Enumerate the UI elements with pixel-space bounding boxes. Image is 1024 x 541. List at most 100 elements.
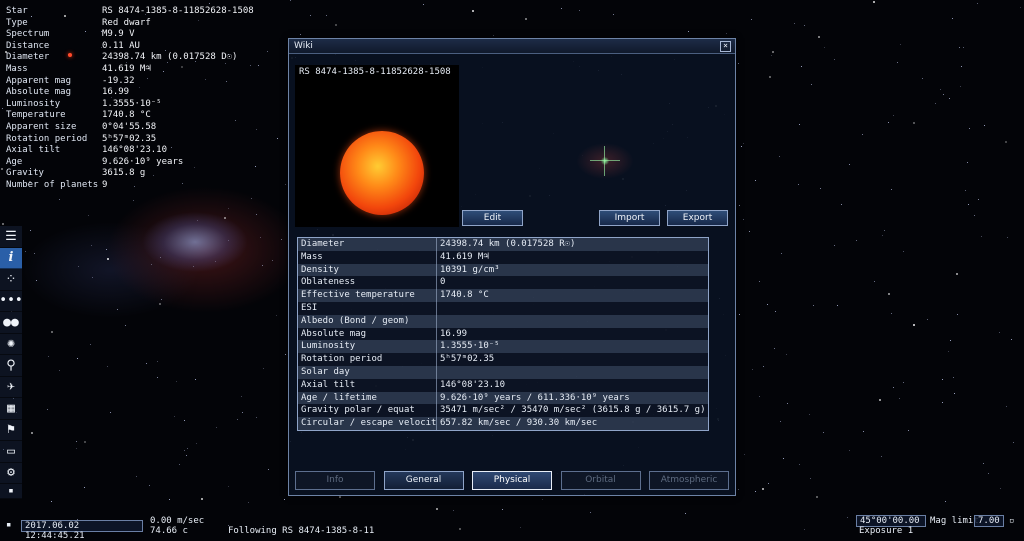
- property-label: Diameter: [298, 238, 437, 251]
- edit-button[interactable]: Edit: [462, 210, 523, 226]
- background-star: [268, 469, 269, 470]
- background-star: [195, 379, 196, 380]
- star-info-label: Distance: [6, 40, 50, 51]
- background-star: [258, 65, 259, 66]
- settings-icon[interactable]: ⚙: [0, 462, 22, 484]
- info-icon[interactable]: i: [0, 247, 22, 269]
- background-star: [969, 128, 970, 129]
- property-label: Circular / escape velocity: [298, 417, 437, 430]
- background-star: [48, 356, 49, 357]
- background-star: [157, 377, 158, 378]
- background-star: [984, 125, 985, 126]
- ship-icon[interactable]: ✈: [0, 376, 22, 398]
- background-star: [228, 208, 229, 209]
- property-label: Oblateness: [298, 276, 437, 290]
- background-star: [31, 432, 33, 434]
- left-toolbar: ☰ i ⁘ ••• ●● ✺ ⚲ ✈ ▦ ⚑ ▭ ⚙ ▪: [0, 226, 23, 499]
- tab-atmospheric: Atmospheric: [649, 471, 729, 490]
- calendar-icon[interactable]: ▦: [0, 398, 22, 420]
- star-info-value: 1.3555·10⁻⁵: [102, 98, 162, 109]
- tab-orbital: Orbital: [560, 471, 641, 490]
- background-star: [241, 396, 242, 397]
- mag-limit-value[interactable]: 7.00: [974, 515, 1004, 527]
- background-star: [179, 464, 180, 465]
- tab-physical[interactable]: Physical: [472, 471, 552, 490]
- property-row: Axial tilt 146°08'23.10: [298, 378, 708, 392]
- property-value: 16.99: [440, 328, 468, 339]
- background-star: [913, 324, 915, 326]
- datetime-display[interactable]: 2017.06.02 12:44:45.21: [21, 520, 143, 541]
- background-star: [196, 443, 197, 444]
- star-browser-icon[interactable]: ⁘: [0, 269, 22, 291]
- background-star: [187, 448, 188, 449]
- property-row: Diameter 24398.74 km (0.017528 R☉): [298, 238, 708, 251]
- menu-icon[interactable]: ☰: [0, 226, 22, 248]
- background-star: [823, 432, 824, 433]
- background-star: [881, 456, 882, 457]
- background-star: [525, 18, 527, 20]
- background-star: [216, 427, 217, 428]
- planets-icon[interactable]: ●●: [0, 312, 22, 334]
- background-star: [197, 220, 198, 221]
- star-info-value: 0.11 AU: [102, 40, 140, 51]
- flag-icon[interactable]: ⚑: [0, 419, 22, 441]
- star-info-value: 3615.8 g: [102, 168, 146, 179]
- background-star: [751, 19, 752, 20]
- property-row: Gravity polar / equat 35471 m/sec² / 3547…: [298, 404, 708, 418]
- small-square-icon[interactable]: ▪: [0, 484, 22, 499]
- search-icon[interactable]: ⚲: [0, 355, 22, 377]
- star-info-value: 5ʰ57ᵐ02.35: [102, 133, 157, 144]
- property-row: Age / lifetime 9.626·10⁹ years / 611.336·…: [298, 391, 708, 405]
- export-button[interactable]: Export: [667, 210, 728, 226]
- star-info-row: Axial tilt 146°08'23.10: [6, 145, 254, 157]
- background-star: [956, 273, 958, 275]
- background-star: [837, 305, 838, 306]
- background-star: [472, 10, 474, 12]
- property-value: 35471 m/sec² / 35470 m/sec² (3615.8 g / …: [440, 405, 706, 416]
- background-star: [768, 483, 769, 484]
- star-info-value: -19.32: [102, 75, 135, 86]
- background-star: [949, 98, 950, 99]
- background-star: [959, 47, 960, 48]
- background-star: [493, 35, 494, 36]
- background-star: [767, 304, 768, 305]
- background-star: [228, 486, 229, 487]
- property-label: Absolute mag: [298, 327, 437, 341]
- close-icon[interactable]: ×: [720, 41, 731, 52]
- background-star: [160, 257, 161, 258]
- background-star: [945, 501, 946, 502]
- star-info-row: Number of planets 9: [6, 180, 254, 192]
- background-star: [285, 354, 286, 355]
- background-star: [262, 265, 263, 266]
- import-button[interactable]: Import: [599, 210, 660, 226]
- star-info-label: Age: [6, 156, 23, 167]
- display-icon[interactable]: ▭: [0, 441, 22, 463]
- background-star: [974, 215, 975, 216]
- background-star: [260, 237, 261, 238]
- background-star: [256, 214, 257, 215]
- background-star: [942, 402, 943, 403]
- wiki-titlebar[interactable]: Wiki: [289, 39, 735, 54]
- mag-limit-spinner-icon[interactable]: ▫: [1009, 516, 1014, 526]
- background-star: [2, 108, 3, 109]
- background-star: [107, 366, 108, 367]
- background-star: [977, 3, 978, 4]
- tab-general[interactable]: General: [383, 471, 464, 490]
- background-star: [940, 89, 941, 90]
- background-star: [738, 63, 739, 64]
- background-star: [903, 251, 904, 252]
- background-star: [779, 156, 780, 157]
- property-value: 146°08'23.10: [440, 379, 506, 390]
- small-settings-icon[interactable]: ▪: [6, 520, 11, 530]
- background-star: [688, 31, 689, 32]
- background-star: [459, 528, 461, 530]
- property-value: 5ʰ57ᵐ02.35: [440, 354, 495, 365]
- property-value: 9.626·10⁹ years / 611.336·10⁹ years: [440, 392, 630, 403]
- background-star: [913, 122, 915, 124]
- background-star: [856, 240, 857, 241]
- comet-icon[interactable]: •••: [0, 290, 23, 312]
- background-star: [849, 164, 850, 165]
- star-info-label: Rotation period: [6, 133, 88, 144]
- galaxy-icon[interactable]: ✺: [0, 333, 22, 355]
- background-star: [107, 258, 109, 260]
